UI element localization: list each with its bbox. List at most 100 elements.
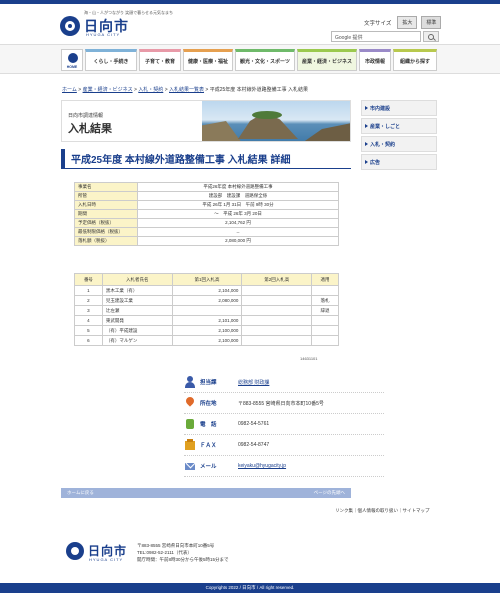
- breadcrumb-current: 平成25年度 本村線外道路整備工事 入札結果: [209, 87, 309, 93]
- table-row: 期間〜 平成 26年 3月 20日: [74, 209, 339, 219]
- contact-mail-label: メール: [200, 464, 217, 470]
- banner-subtitle: 日向市調達情報: [68, 113, 104, 119]
- col-header-bid1: 第1回入札高: [171, 273, 243, 286]
- cell-name: （有）平成建設: [101, 325, 173, 336]
- side-nav: 市内建設 産業・しごと 入札・契約 広告: [361, 100, 437, 172]
- table-row: 最低制限価格（税抜） --: [74, 227, 339, 237]
- font-size-large-button[interactable]: 拡大: [397, 16, 418, 29]
- nav-item-cityinfo[interactable]: 市政情報: [359, 49, 391, 71]
- info-key: 予定価格（税抜）: [74, 218, 138, 228]
- breadcrumb-link-bidding[interactable]: 入札・契約: [138, 87, 163, 93]
- col-header-name: 入札者氏名: [101, 273, 173, 286]
- info-value: 建設部 建設課 道路保全係: [137, 191, 339, 201]
- copyright: Copyrights 2022 / 日向市 / All right reserv…: [0, 583, 500, 593]
- city-emblem-icon: [60, 16, 80, 36]
- breadcrumb-link-industry[interactable]: 産業・経済・ビジネス: [83, 87, 133, 93]
- cell-bid2: [241, 335, 313, 346]
- contact-row-phone: 電 話 0982-54-5761: [184, 414, 384, 435]
- nav-item-org[interactable]: 組織から探す: [393, 49, 437, 71]
- nav-item-childcare[interactable]: 子育て・教育: [139, 49, 181, 71]
- breadcrumb-separator: >: [133, 87, 137, 93]
- page-id: 14631101: [300, 356, 318, 361]
- col-header-no: 番号: [74, 273, 103, 286]
- global-nav-wrapper: HOME くらし・手続き 子育て・教育 健康・医療・福祉 観光・文化・スポーツ …: [0, 44, 500, 74]
- info-value: 平成26年度 本村線外道路整備工事: [137, 182, 339, 192]
- cell-no: 2: [74, 295, 103, 306]
- table-header-row: 番号 入札者氏名 第1回入札高 第2回入札高 適用: [74, 273, 339, 286]
- info-table: 事業名 平成26年度 本村線外道路整備工事 所管 建設部 建設課 道路保全係 入札日…: [74, 182, 339, 246]
- home-icon: [68, 53, 78, 63]
- site-logo[interactable]: 海・山・人がつながり 笑顔で暮らせる元気なまち 日向市 HYUGA CITY: [60, 10, 173, 40]
- footer-address-block: 〒883-8555 宮崎県日向市本町10番5号 TEL:0982-52-2111…: [137, 542, 229, 563]
- cell-bid2: [241, 315, 313, 326]
- table-row: 3 辻左瀬 辞退: [74, 305, 339, 316]
- side-item-industry[interactable]: 産業・しごと: [361, 118, 437, 134]
- nav-item-health[interactable]: 健康・医療・福祉: [183, 49, 233, 71]
- back-to-home-link[interactable]: ホームに戻る: [67, 490, 94, 496]
- cell-no: 5: [74, 325, 103, 336]
- cell-bid1: [171, 305, 243, 316]
- page-top-link[interactable]: ページの先頭へ: [314, 490, 345, 496]
- banner-title: 入札結果: [68, 123, 112, 135]
- table-row: 1 黒木工業（有） 2,104,000: [74, 285, 339, 296]
- search-input[interactable]: Google 提供: [331, 31, 421, 42]
- person-icon: [184, 376, 196, 388]
- cell-note: [311, 285, 339, 296]
- global-nav: HOME くらし・手続き 子育て・教育 健康・医療・福祉 観光・文化・スポーツ …: [61, 49, 437, 71]
- info-key: 期間: [74, 209, 138, 219]
- table-row: 事業名 平成26年度 本村線外道路整備工事: [74, 182, 339, 192]
- cell-no: 6: [74, 335, 103, 346]
- cell-bid2: [241, 305, 313, 316]
- mail-icon: [184, 460, 196, 472]
- cell-bid1: 2,080,000: [171, 295, 243, 306]
- footer-logo[interactable]: 日向市 HYUGA CITY: [66, 540, 130, 566]
- side-item-construction[interactable]: 市内建設: [361, 100, 437, 116]
- contact-address-value: 〒883-8555 宮崎県日向市本町10番5号: [238, 400, 324, 407]
- nav-item-tourism[interactable]: 観光・文化・スポーツ: [235, 49, 295, 71]
- col-header-note: 適用: [311, 273, 339, 286]
- side-item-ads[interactable]: 広告: [361, 154, 437, 170]
- footer-tel: TEL:0982-52-2111（代表）: [137, 550, 192, 555]
- table-row: 予定価格（税抜） 2,104,762 円: [74, 218, 339, 228]
- breadcrumb-link-home[interactable]: ホーム: [62, 87, 77, 93]
- nav-home-label: HOME: [66, 65, 78, 69]
- cell-bid2: [241, 285, 313, 296]
- font-size-control: 文字サイズ 拡大 標準: [364, 16, 442, 29]
- cell-bid1: 2,100,000: [171, 325, 243, 336]
- contact-dept-link[interactable]: 総務部 財政課: [238, 380, 269, 386]
- cell-bid1: 2,100,000: [171, 335, 243, 346]
- contact-row-address: 所在地 〒883-8555 宮崎県日向市本町10番5号: [184, 393, 384, 414]
- city-emblem-icon: [66, 542, 84, 560]
- contact-dept-label: 担当課: [200, 380, 217, 386]
- breadcrumb-link-results[interactable]: 入札結果一覧表: [169, 87, 204, 93]
- cell-note: [311, 315, 339, 326]
- nav-item-life[interactable]: くらし・手続き: [85, 49, 137, 71]
- city-name-en: HYUGA CITY: [86, 32, 121, 37]
- table-row: 6 （有）マルゲン 2,100,000: [74, 335, 339, 346]
- nav-home[interactable]: HOME: [61, 49, 83, 71]
- contact-mail-link[interactable]: keiyaku@hyugacity.jp: [238, 463, 286, 469]
- font-size-label: 文字サイズ: [364, 20, 392, 27]
- page-title: 平成25年度 本村線外道路整備工事 入札結果 詳細: [61, 149, 351, 169]
- cell-no: 1: [74, 285, 103, 296]
- contact-fax-value: 0982-54-8747: [238, 442, 270, 448]
- side-item-bidding[interactable]: 入札・契約: [361, 136, 437, 152]
- font-size-standard-button[interactable]: 標準: [421, 16, 442, 29]
- table-row: 2 児玉建設工業 2,080,000 落札: [74, 295, 339, 306]
- info-key: 所管: [74, 191, 138, 201]
- table-row: 落札額（税抜） 2,080,000 円: [74, 236, 339, 246]
- col-header-bid2: 第2回入札高: [241, 273, 313, 286]
- contact-row-dept: 担当課 総務部 財政課: [184, 372, 384, 393]
- coastline-photo: [202, 101, 350, 141]
- table-row: 4 東武開発 2,101,000: [74, 315, 339, 326]
- site-header: 海・山・人がつながり 笑顔で暮らせる元気なまち 日向市 HYUGA CITY 文…: [0, 4, 500, 44]
- footer-links[interactable]: リンク集｜個人情報の取り扱い｜サイトマップ: [335, 508, 430, 514]
- section-banner: 日向市調達情報 入札結果: [61, 100, 351, 142]
- search-icon[interactable]: [423, 31, 439, 42]
- contact-fax-label: ＦＡＸ: [200, 443, 217, 449]
- nav-item-industry[interactable]: 産業・経済・ビジネス: [297, 49, 357, 71]
- info-key: 事業名: [74, 182, 138, 192]
- cell-note: [311, 325, 339, 336]
- contact-phone-label: 電 話: [200, 422, 217, 428]
- info-key: 入札日時: [74, 200, 138, 210]
